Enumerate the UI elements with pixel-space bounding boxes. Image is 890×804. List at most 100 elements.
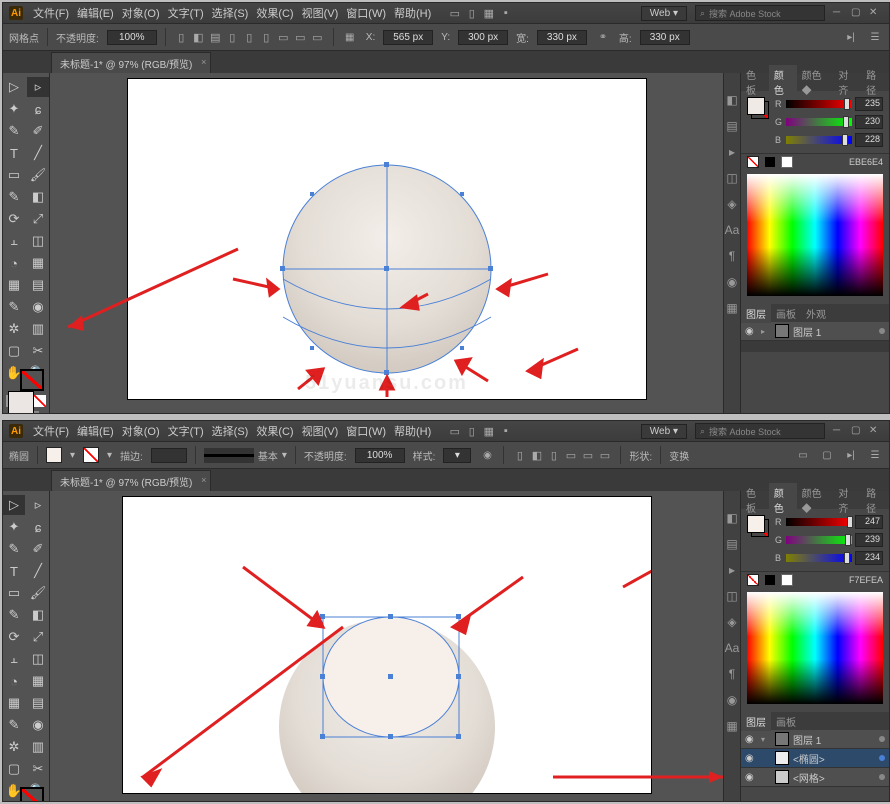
- free-transform-tool[interactable]: ◫: [27, 649, 49, 669]
- symbol-sprayer-tool[interactable]: ✲: [3, 737, 25, 757]
- free-transform-tool[interactable]: ◫: [27, 231, 49, 251]
- sublayer-name[interactable]: <椭圆>: [793, 751, 875, 766]
- transform-label[interactable]: 变换: [669, 448, 689, 463]
- minimize-icon[interactable]: ─: [833, 425, 845, 437]
- panel-icon[interactable]: ▤: [726, 537, 737, 551]
- rotate-tool[interactable]: ⟳: [3, 209, 25, 229]
- panel-icon[interactable]: ▦: [726, 301, 737, 315]
- close-icon[interactable]: ✕: [869, 425, 881, 437]
- panel-icon[interactable]: ◈: [727, 615, 736, 629]
- layer-row[interactable]: ◉ ▸ 图层 1: [741, 322, 889, 341]
- visibility-icon[interactable]: ◉: [745, 734, 757, 745]
- line-tool[interactable]: ╱: [27, 561, 49, 581]
- magic-wand-tool[interactable]: ✦: [3, 99, 25, 119]
- lasso-tool[interactable]: ɕ: [27, 517, 49, 537]
- stroke-preview[interactable]: 基本 ▾: [204, 448, 287, 463]
- panel-icon[interactable]: ◧: [726, 93, 737, 107]
- panel-menu-icon[interactable]: ☰: [867, 447, 883, 463]
- align-icon[interactable]: ▭: [293, 30, 308, 45]
- tab-appearance[interactable]: 外观: [801, 304, 831, 323]
- workspace-dropdown[interactable]: Web ▾: [641, 424, 687, 439]
- stroke-weight[interactable]: [151, 448, 187, 463]
- menu-help[interactable]: 帮助(H): [394, 5, 431, 21]
- artboard-tool[interactable]: ▢: [3, 759, 25, 779]
- align-icon[interactable]: ▯: [512, 448, 527, 463]
- align-icon[interactable]: ◧: [191, 30, 206, 45]
- menu-edit[interactable]: 编辑(E): [77, 5, 114, 21]
- menu-select[interactable]: 选择(S): [212, 5, 249, 21]
- tab-layers[interactable]: 图层: [741, 304, 771, 323]
- minimize-icon[interactable]: ─: [833, 7, 845, 19]
- scale-tool[interactable]: ⤢: [27, 209, 49, 229]
- visibility-icon[interactable]: ◉: [745, 326, 757, 337]
- blend-tool[interactable]: ◉: [27, 715, 49, 735]
- layout-icon[interactable]: ▯: [464, 424, 479, 439]
- color-spectrum[interactable]: [747, 174, 883, 296]
- fill-swatch-mini[interactable]: [46, 447, 62, 463]
- menu-help[interactable]: 帮助(H): [394, 423, 431, 439]
- menu-effect[interactable]: 效果(C): [256, 5, 293, 21]
- white-swatch[interactable]: [781, 156, 793, 168]
- slider-b-value[interactable]: 234: [855, 551, 883, 565]
- panel-icon[interactable]: ◉: [727, 275, 737, 289]
- pen-tool[interactable]: ✎: [3, 539, 25, 559]
- panel-toggle-icon[interactable]: ▸|: [843, 447, 859, 463]
- brush-tool[interactable]: 🖌: [27, 583, 49, 603]
- slider-r-value[interactable]: 235: [855, 97, 883, 111]
- slice-tool[interactable]: ✂: [27, 341, 49, 361]
- perspective-tool[interactable]: ▦: [27, 671, 49, 691]
- menu-file[interactable]: 文件(F): [33, 423, 69, 439]
- layout-icon[interactable]: ▪: [498, 424, 513, 439]
- canvas-area[interactable]: 51yuansu.com: [50, 73, 723, 413]
- panel-icon[interactable]: ¶: [729, 667, 735, 681]
- adobe-stock-search[interactable]: ⌕搜索 Adobe Stock: [695, 423, 825, 439]
- gradient-tool[interactable]: ▤: [27, 275, 49, 295]
- rectangle-tool[interactable]: ▭: [3, 583, 25, 603]
- panel-fill-swatch[interactable]: [747, 515, 765, 533]
- align-icon[interactable]: ▯: [225, 30, 240, 45]
- graph-tool[interactable]: ▥: [27, 319, 49, 339]
- color-spectrum[interactable]: [747, 592, 883, 704]
- pen-tool[interactable]: ✎: [3, 121, 25, 141]
- y-value[interactable]: 300 px: [458, 30, 508, 45]
- opacity-value[interactable]: 100%: [355, 448, 405, 463]
- menu-view[interactable]: 视图(V): [302, 5, 339, 21]
- panel-icon[interactable]: ◫: [726, 171, 737, 185]
- menu-file[interactable]: 文件(F): [33, 5, 69, 21]
- w-value[interactable]: 330 px: [537, 30, 587, 45]
- artboard[interactable]: [123, 497, 651, 793]
- symbol-sprayer-tool[interactable]: ✲: [3, 319, 25, 339]
- slider-r-value[interactable]: 247: [855, 515, 883, 529]
- hex-value[interactable]: F7EFEA: [849, 575, 883, 585]
- panel-icon[interactable]: ◧: [726, 511, 737, 525]
- target-icon[interactable]: [879, 774, 885, 780]
- artboard-tool[interactable]: ▢: [3, 341, 25, 361]
- workspace-dropdown[interactable]: Web ▾: [641, 6, 687, 21]
- canvas-area[interactable]: [50, 491, 723, 801]
- align-icon[interactable]: ▭: [276, 30, 291, 45]
- sublayer-row-ellipse[interactable]: ◉ <椭圆>: [741, 749, 889, 768]
- menu-effect[interactable]: 效果(C): [256, 423, 293, 439]
- slider-b-value[interactable]: 228: [855, 133, 883, 147]
- panel-icon[interactable]: ◫: [726, 589, 737, 603]
- panel-icon[interactable]: ▦: [726, 719, 737, 733]
- menu-window[interactable]: 窗口(W): [346, 5, 386, 21]
- gradient-tool[interactable]: ▤: [27, 693, 49, 713]
- align-icon[interactable]: ▭: [597, 448, 612, 463]
- tab-layers[interactable]: 图层: [741, 712, 771, 731]
- eyedropper-tool[interactable]: ✎: [3, 297, 25, 317]
- panel-icon[interactable]: ▸: [729, 563, 735, 577]
- selection-tool[interactable]: ▷: [3, 77, 25, 97]
- magic-wand-tool[interactable]: ✦: [3, 517, 25, 537]
- menu-object[interactable]: 对象(O): [122, 423, 160, 439]
- panel-fill-stroke[interactable]: [747, 515, 769, 537]
- direct-select-tool[interactable]: ▹: [27, 77, 49, 97]
- visibility-icon[interactable]: ◉: [745, 753, 757, 764]
- width-tool[interactable]: ⫠: [3, 649, 25, 669]
- layout-icon[interactable]: ▪: [498, 6, 513, 21]
- no-color-swatch[interactable]: [747, 156, 759, 168]
- brush-tool[interactable]: 🖌: [27, 165, 49, 185]
- close-icon[interactable]: ✕: [869, 7, 881, 19]
- panel-menu-icon[interactable]: ☰: [867, 29, 883, 45]
- style-value[interactable]: ▾: [443, 448, 471, 463]
